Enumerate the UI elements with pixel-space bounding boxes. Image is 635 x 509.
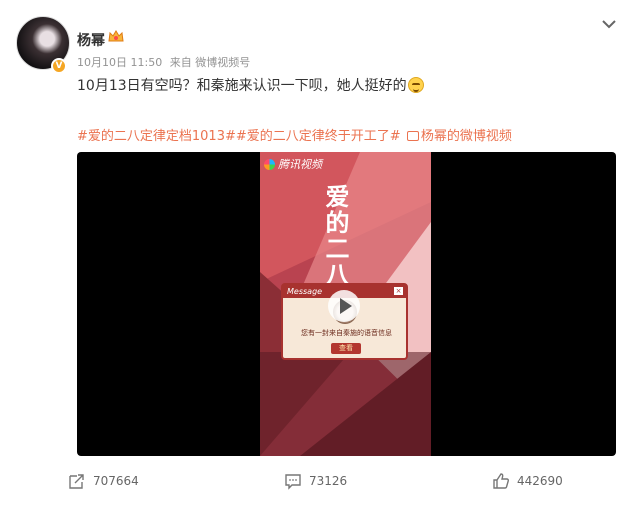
video-link-icon	[406, 131, 419, 141]
username[interactable]: 杨幂	[77, 30, 105, 50]
verified-icon: V	[51, 58, 67, 74]
video-link[interactable]: 杨幂的微博视频	[421, 129, 512, 144]
platform-logo-icon	[264, 158, 275, 170]
emoji-icon	[407, 77, 424, 93]
message-text: 您有一封来自秦施的语音信息	[301, 329, 392, 337]
comment-count: 73126	[309, 474, 348, 488]
video-player[interactable]: 腾讯视频 爱的二八定律 Message × 您有一封来自秦施的语音信息 查看	[77, 152, 616, 456]
comment-button[interactable]: 73126	[284, 472, 347, 490]
play-icon[interactable]	[327, 289, 361, 323]
topic-link-1[interactable]: #爱的二八定律定档1013#	[77, 129, 236, 144]
forward-button[interactable]: 707664	[68, 472, 139, 490]
action-bar: 707664 73126 442690	[0, 472, 635, 500]
close-icon: ×	[394, 287, 403, 295]
topic-link-2[interactable]: #爱的二八定律终于开工了#	[236, 129, 401, 144]
topic-line: #爱的二八定律定档1013##爱的二八定律终于开工了# 杨幂的微博视频	[77, 125, 512, 144]
post-body: 10月13日有空吗？和秦施来认识一下呗，她人挺好的	[77, 78, 407, 94]
forward-count: 707664	[93, 474, 139, 488]
like-icon	[493, 473, 509, 489]
platform-logo-text: 腾讯视频	[278, 158, 322, 171]
message-header-label: Message	[287, 287, 323, 296]
forward-icon	[69, 474, 84, 489]
like-count: 442690	[517, 474, 563, 488]
post-date[interactable]: 10月10日 11:50	[77, 56, 162, 69]
like-button[interactable]: 442690	[492, 472, 563, 490]
post-meta: 10月10日 11:50 来自 微博视频号	[77, 54, 254, 70]
member-crown-icon[interactable]	[108, 29, 124, 44]
comment-icon	[285, 474, 301, 490]
post-text: 10月13日有空吗？和秦施来认识一下呗，她人挺好的	[77, 75, 424, 95]
chevron-down-icon[interactable]	[600, 15, 618, 33]
platform-logo: 腾讯视频	[264, 156, 322, 172]
post-source[interactable]: 来自 微博视频号	[170, 56, 251, 69]
message-view-button: 查看	[331, 343, 361, 354]
